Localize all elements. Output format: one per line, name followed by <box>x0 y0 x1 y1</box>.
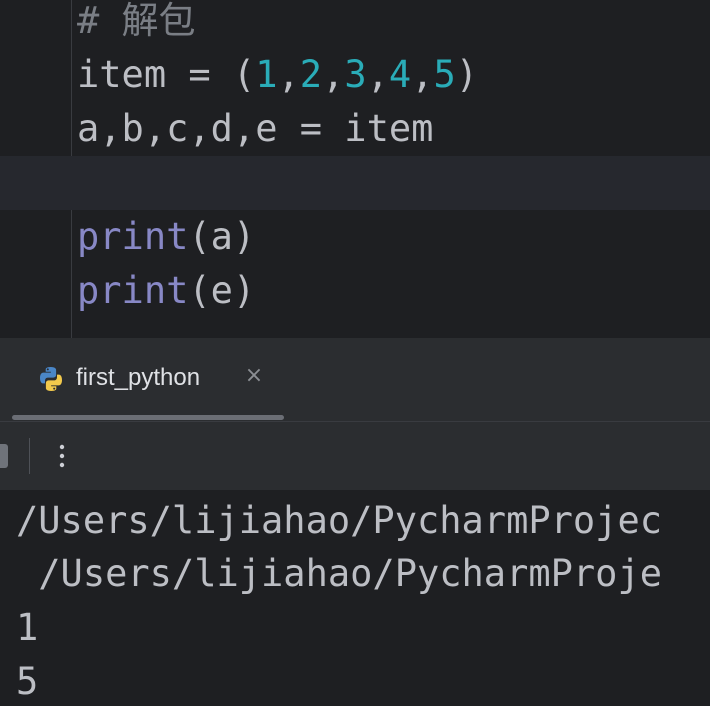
code-token: a,b,c,d,e = item <box>77 107 434 150</box>
code-token: (a) <box>188 215 256 258</box>
builtin-token: print <box>77 269 189 312</box>
number-token: 1 <box>255 53 278 96</box>
console-line: /Users/lijiahao/PycharmProje <box>16 552 663 595</box>
code-line-1[interactable]: # 解包 <box>0 0 710 48</box>
code-token: item = ( <box>77 53 256 96</box>
code-line-text: # 解包 <box>77 0 196 48</box>
active-tab-indicator <box>12 415 284 420</box>
code-line-text: a,b,c,d,e = item <box>77 102 433 156</box>
console-line: 5 <box>16 660 39 703</box>
code-token: , <box>411 53 434 96</box>
builtin-token: print <box>77 215 189 258</box>
code-line-3[interactable]: a,b,c,d,e = item <box>0 102 710 156</box>
code-line-text: print(a) <box>77 210 255 264</box>
more-vertical-icon[interactable] <box>49 438 75 474</box>
run-console-output[interactable]: /Users/lijiahao/PycharmProjec /Users/lij… <box>0 490 710 706</box>
code-editor[interactable]: # 解包 item = (1,2,3,4,5) a,b,c,d,e = item… <box>0 0 710 338</box>
number-token: 2 <box>299 53 323 96</box>
python-icon <box>40 367 62 391</box>
code-line-2[interactable]: item = (1,2,3,4,5) <box>0 48 710 102</box>
number-token: 4 <box>388 53 412 96</box>
code-line-text: print(e) <box>77 264 255 318</box>
number-token: 5 <box>433 53 456 96</box>
run-tool-window-header: first_python × <box>0 338 710 422</box>
console-line: 1 <box>16 606 39 649</box>
code-token: ) <box>455 53 479 96</box>
code-line-5[interactable]: print(a) <box>0 210 710 264</box>
run-toolbar <box>0 422 710 490</box>
code-token: , <box>366 53 389 96</box>
run-tab-label: first_python <box>76 364 201 391</box>
console-line: /Users/lijiahao/PycharmProjec <box>16 499 663 542</box>
toolbar-separator <box>29 438 30 474</box>
comment-token: # 解包 <box>77 0 196 42</box>
code-line-current[interactable] <box>0 156 710 210</box>
close-icon[interactable]: × <box>244 365 264 387</box>
run-tab-first-python[interactable]: first_python × <box>12 338 284 420</box>
code-token: , <box>277 53 300 96</box>
code-token: (e) <box>188 269 256 312</box>
code-line-text: item = (1,2,3,4,5) <box>77 48 478 102</box>
toolbar-button-partial[interactable] <box>0 444 8 468</box>
code-line-6[interactable]: print(e) <box>0 264 710 318</box>
code-token: , <box>322 53 345 96</box>
number-token: 3 <box>344 53 367 96</box>
